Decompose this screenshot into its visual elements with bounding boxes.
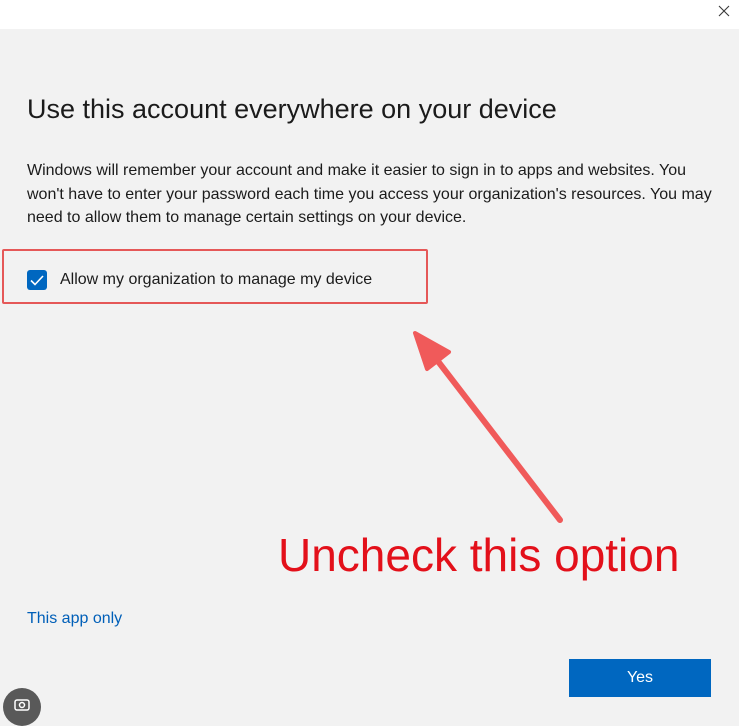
camera-badge [3,688,41,726]
this-app-only-link[interactable]: This app only [27,610,122,628]
yes-button[interactable]: Yes [569,659,711,697]
camera-icon [14,699,30,711]
annotation-arrow [413,331,563,523]
annotation-text: Uncheck this option [278,529,680,581]
